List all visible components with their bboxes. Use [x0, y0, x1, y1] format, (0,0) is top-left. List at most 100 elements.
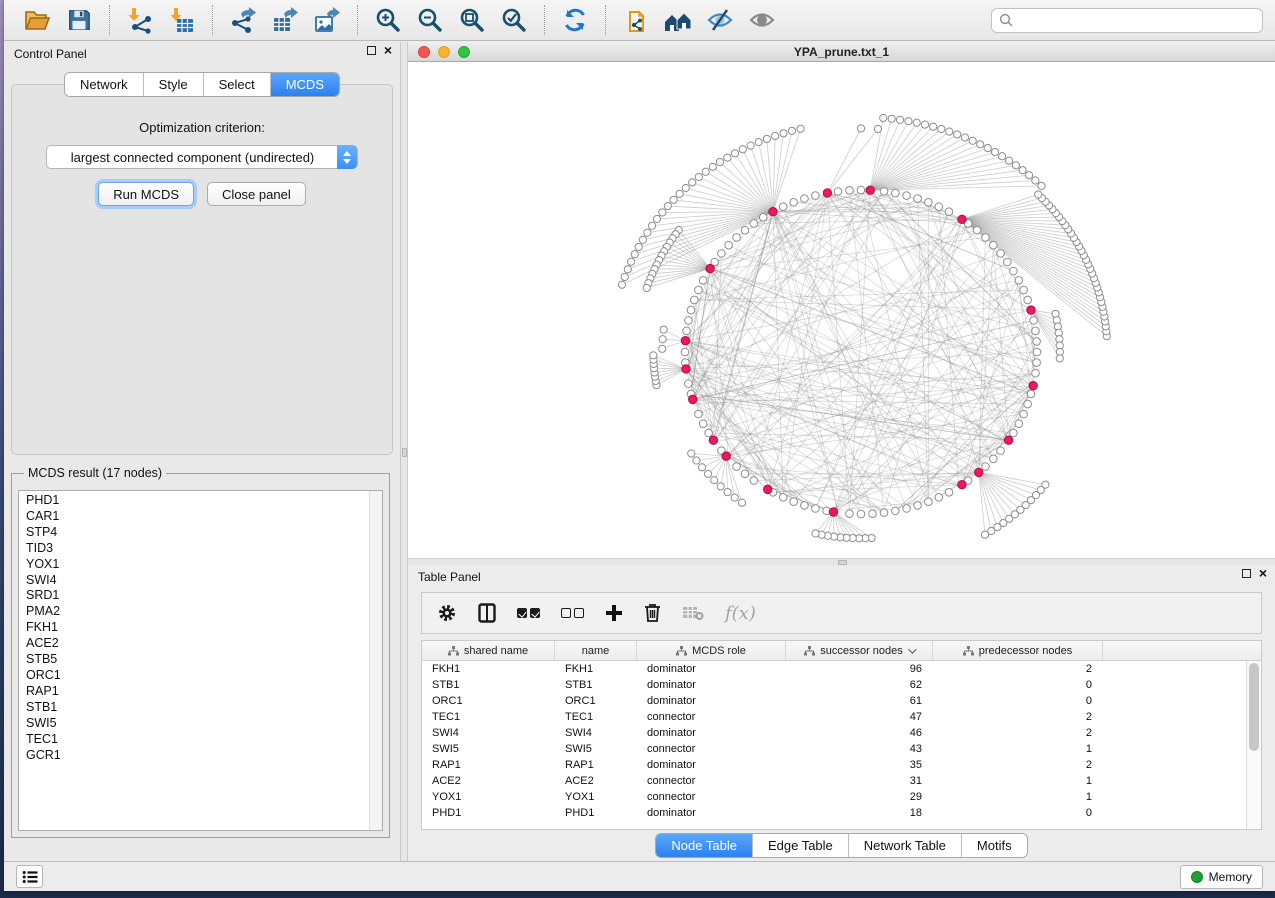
graph-node[interactable] [676, 190, 683, 197]
graph-node[interactable] [695, 286, 703, 294]
graph-node[interactable] [999, 153, 1006, 160]
table-cell[interactable]: 2 [933, 709, 1103, 725]
table-cell[interactable] [1103, 757, 1246, 773]
graph-node[interactable] [1019, 167, 1026, 174]
graph-node[interactable] [1029, 381, 1037, 389]
graph-node[interactable] [689, 179, 696, 186]
zoom-out-icon[interactable] [414, 4, 446, 36]
graph-node[interactable] [1020, 410, 1028, 418]
graph-node[interactable] [997, 250, 1005, 258]
graph-node[interactable] [1024, 296, 1032, 304]
graph-node[interactable] [631, 251, 638, 258]
graph-node[interactable] [764, 485, 772, 493]
table-cell[interactable]: 2 [933, 757, 1103, 773]
maximize-window-icon[interactable] [458, 46, 470, 58]
graph-node[interactable] [866, 186, 874, 194]
graph-node[interactable] [639, 236, 646, 243]
refresh-icon[interactable] [559, 4, 591, 36]
graph-node[interactable] [681, 336, 689, 344]
graph-node[interactable] [969, 137, 976, 144]
graph-node[interactable] [790, 498, 798, 506]
graph-node[interactable] [914, 502, 922, 510]
graph-node[interactable] [685, 317, 693, 325]
table-cell[interactable]: 43 [786, 741, 933, 757]
table-cell[interactable] [1103, 741, 1246, 757]
graph-node[interactable] [635, 243, 642, 250]
table-cell[interactable]: 31 [786, 773, 933, 789]
table-cell[interactable]: YOX1 [555, 789, 637, 805]
close-panel-button[interactable]: Close panel [207, 182, 306, 206]
graph-node[interactable] [801, 502, 809, 510]
table-cell[interactable]: 46 [786, 725, 933, 741]
table-cell[interactable]: connector [637, 789, 786, 805]
select-all-icon[interactable] [517, 608, 540, 618]
graph-node[interactable] [1004, 436, 1012, 444]
graph-node[interactable] [653, 215, 660, 222]
graph-node[interactable] [1033, 338, 1041, 346]
graph-node[interactable] [733, 463, 741, 471]
table-cell[interactable]: YOX1 [422, 789, 555, 805]
graph-node[interactable] [628, 258, 635, 265]
table-cell[interactable]: 47 [786, 709, 933, 725]
table-cell[interactable]: dominator [637, 725, 786, 741]
graph-node[interactable] [990, 241, 998, 249]
memory-button[interactable]: Memory [1180, 865, 1263, 889]
graph-node[interactable] [722, 452, 730, 460]
graph-node[interactable] [659, 336, 666, 343]
graph-node[interactable] [874, 125, 881, 132]
graph-node[interactable] [699, 277, 707, 285]
graph-node[interactable] [823, 189, 831, 197]
table-row[interactable]: SWI4SWI4dominator462 [422, 725, 1246, 741]
graph-node[interactable] [695, 410, 703, 418]
graph-node[interactable] [846, 510, 854, 518]
minimize-window-icon[interactable] [438, 46, 450, 58]
list-item[interactable]: STP4 [19, 525, 368, 541]
table-row[interactable]: YOX1YOX1connector291 [422, 789, 1246, 805]
tab-motifs[interactable]: Motifs [961, 834, 1027, 857]
graph-node[interactable] [935, 493, 943, 501]
list-item[interactable]: SWI5 [19, 716, 368, 732]
graph-node[interactable] [1015, 420, 1023, 428]
graph-node[interactable] [682, 184, 689, 191]
graph-node[interactable] [1027, 390, 1035, 398]
graph-node[interactable] [711, 477, 718, 484]
column-header-name[interactable]: name [555, 641, 637, 660]
result-list-scrollbar[interactable] [369, 491, 382, 830]
list-item[interactable]: TID3 [19, 541, 368, 557]
zoom-fit-icon[interactable] [456, 4, 488, 36]
tab-edge-table[interactable]: Edge Table [752, 834, 848, 857]
panel-menu-button[interactable] [16, 865, 43, 888]
table-cell[interactable]: 0 [933, 677, 1103, 693]
graph-node[interactable] [618, 281, 625, 288]
toggle-columns-icon[interactable] [478, 603, 496, 623]
table-cell[interactable]: TEC1 [422, 709, 555, 725]
search-input[interactable] [1018, 13, 1255, 27]
graph-node[interactable] [1030, 317, 1038, 325]
graph-node[interactable] [797, 125, 804, 132]
table-cell[interactable]: connector [637, 709, 786, 725]
table-cell[interactable]: ACE2 [422, 773, 555, 789]
table-cell[interactable] [1103, 709, 1246, 725]
table-cell[interactable]: 2 [933, 661, 1103, 677]
table-cell[interactable] [1103, 789, 1246, 805]
table-cell[interactable]: 18 [786, 805, 933, 821]
graph-node[interactable] [1024, 400, 1032, 408]
graph-node[interactable] [718, 250, 726, 258]
graph-node[interactable] [790, 199, 798, 207]
list-item[interactable]: SWI4 [19, 573, 368, 589]
table-cell[interactable]: 35 [786, 757, 933, 773]
graph-node[interactable] [925, 199, 933, 207]
export-image-icon[interactable] [311, 4, 343, 36]
graph-node[interactable] [991, 148, 998, 155]
table-cell[interactable]: ACE2 [555, 773, 637, 789]
graph-node[interactable] [880, 114, 887, 121]
table-cell[interactable]: ORC1 [555, 693, 637, 709]
table-cell[interactable]: SWI4 [555, 725, 637, 741]
graph-node[interactable] [984, 144, 991, 151]
graph-node[interactable] [779, 493, 787, 501]
graph-node[interactable] [977, 141, 984, 148]
graph-node[interactable] [741, 226, 749, 234]
tab-style[interactable]: Style [143, 73, 203, 96]
graph-node[interactable] [869, 510, 877, 518]
graph-node[interactable] [982, 463, 990, 471]
